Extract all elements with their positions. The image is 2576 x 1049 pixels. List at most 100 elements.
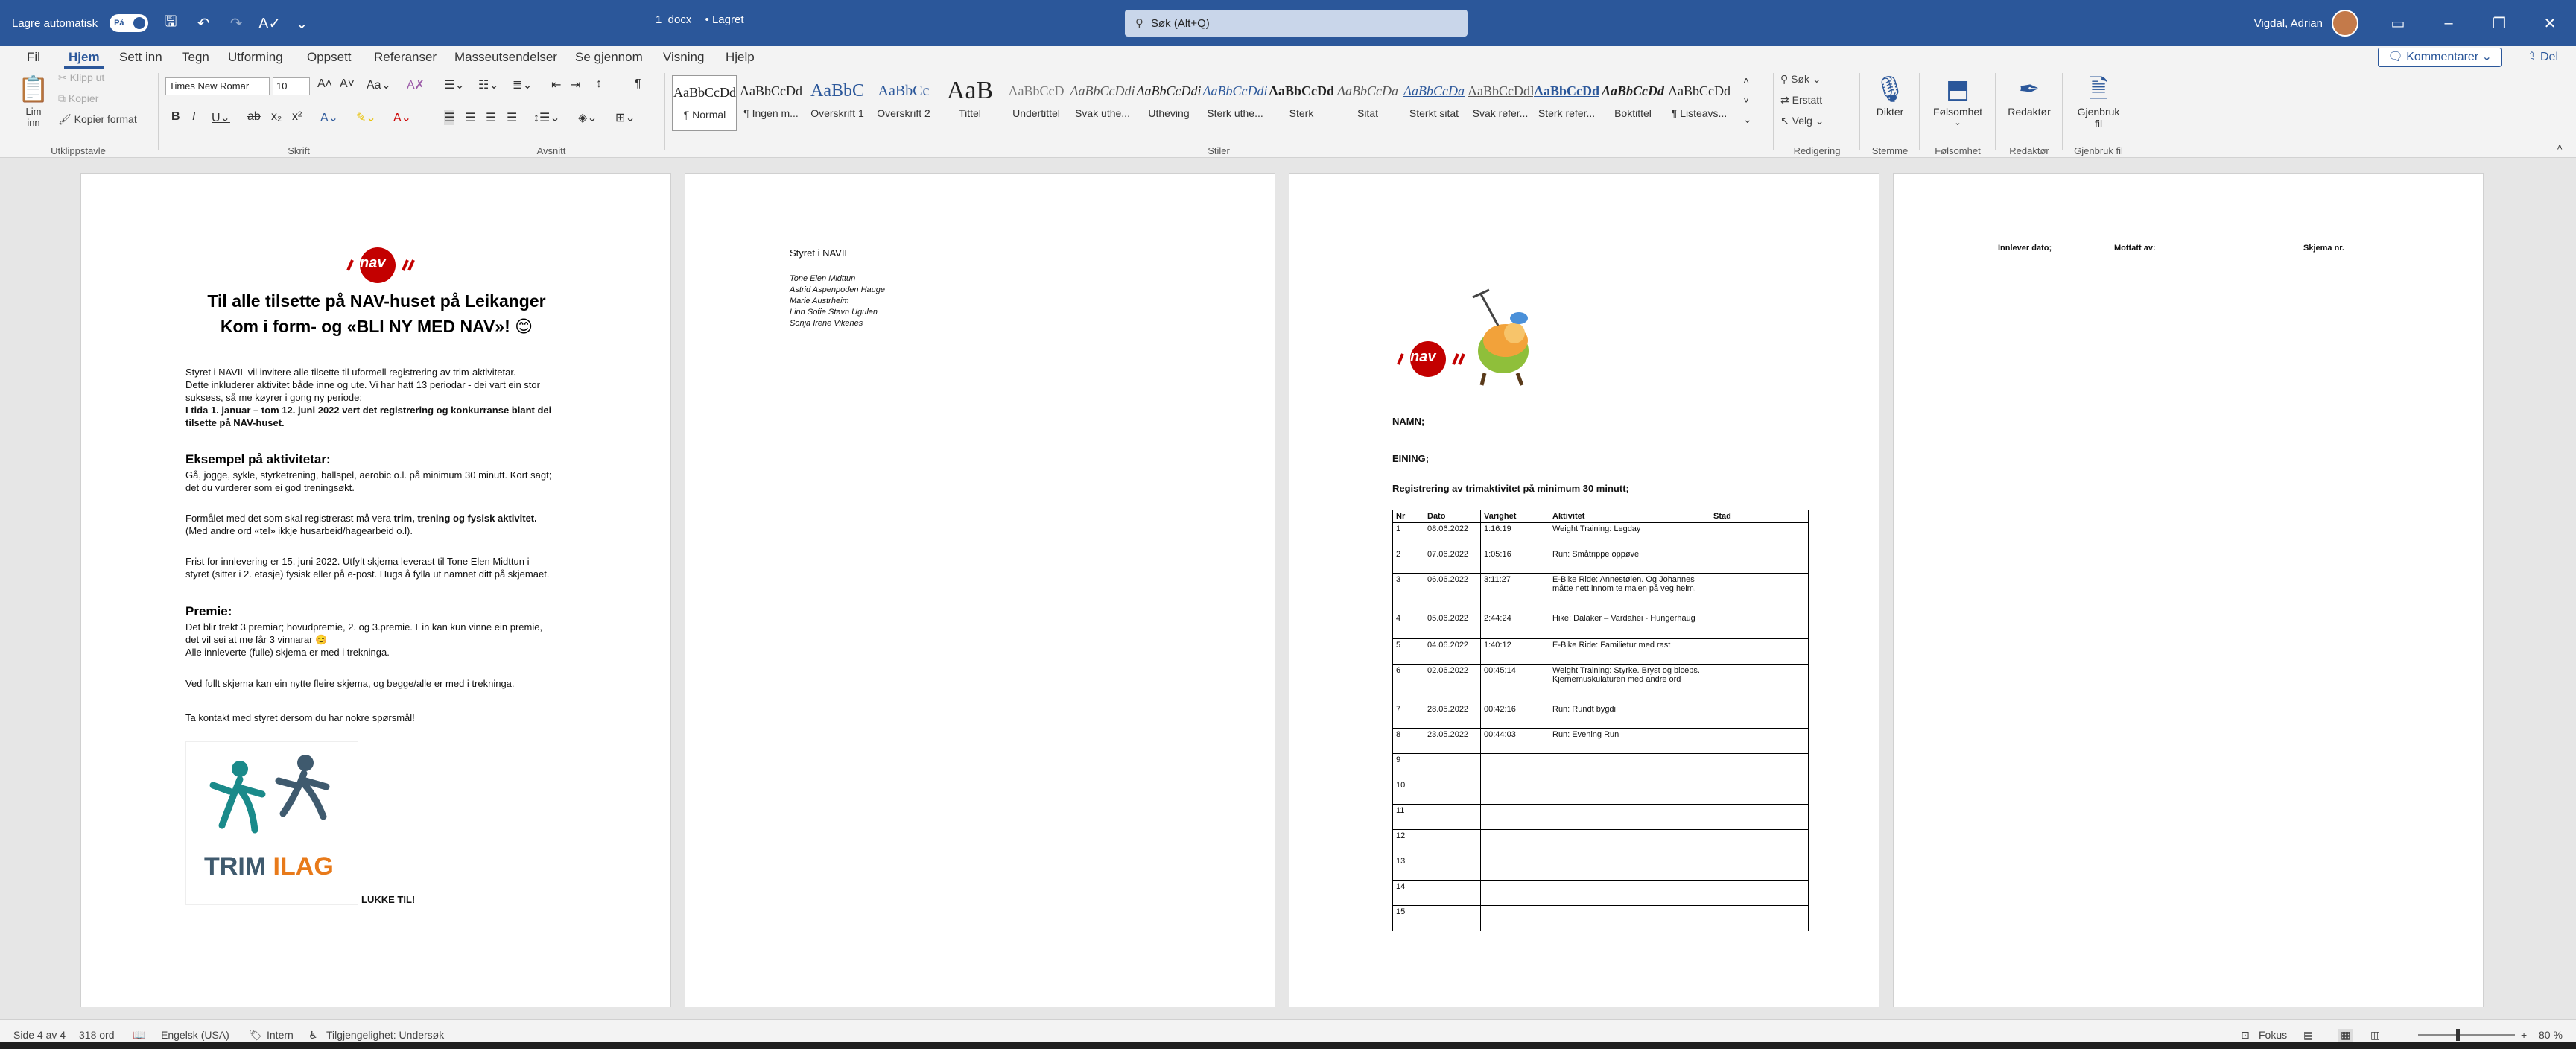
cell-duration[interactable]: 3:11:27 (1480, 573, 1549, 612)
replace-button[interactable]: ⇄ Erstatt (1780, 94, 1822, 107)
zoom-slider-thumb[interactable] (2456, 1029, 2460, 1041)
cell-activity[interactable] (1549, 905, 1710, 931)
cell-number[interactable]: 3 (1392, 573, 1424, 612)
comments-button[interactable]: 🗨 Kommentarer ⌄ (2378, 48, 2502, 67)
cell-duration[interactable] (1480, 829, 1549, 855)
cell-number[interactable]: 15 (1392, 905, 1424, 931)
style-item[interactable]: AaBbCcDa Sterkt sitat (1401, 75, 1467, 131)
grow-font-icon[interactable]: A˄ (317, 77, 332, 91)
change-case-icon[interactable]: Aa⌄ (367, 77, 391, 92)
tab-help[interactable]: Hjelp (721, 46, 759, 69)
style-item[interactable]: AaBbCcDd Sterk (1269, 75, 1334, 131)
cell-number[interactable]: 10 (1392, 779, 1424, 805)
cell-place[interactable] (1710, 548, 1809, 574)
cell-place[interactable] (1710, 728, 1809, 754)
superscript-icon[interactable]: x² (292, 110, 302, 124)
word-count[interactable]: 318 ord (79, 1029, 114, 1041)
strikethrough-icon[interactable]: ab (247, 110, 261, 124)
borders-icon[interactable]: ⊞⌄ (615, 110, 635, 125)
cell-date[interactable] (1424, 880, 1481, 906)
spelling-icon[interactable]: A✓ (258, 14, 281, 33)
cell-duration[interactable]: 00:44:03 (1480, 728, 1549, 754)
cell-place[interactable] (1710, 829, 1809, 855)
cell-place[interactable] (1710, 753, 1809, 779)
numbering-icon[interactable]: ☷⌄ (478, 77, 499, 92)
tab-review[interactable]: Se gjennom (571, 46, 647, 69)
cell-number[interactable]: 12 (1392, 829, 1424, 855)
cell-number[interactable]: 9 (1392, 753, 1424, 779)
classification-label[interactable]: Intern (267, 1029, 294, 1041)
search-box[interactable]: ⚲ Søk (Alt+Q) (1125, 10, 1468, 37)
styles-more-icon[interactable]: ⌄ (1743, 113, 1752, 126)
read-mode-icon[interactable]: ▤ (2303, 1029, 2313, 1042)
style-item[interactable]: AaBbCcDdi Utheving (1136, 75, 1202, 131)
cell-date[interactable]: 08.06.2022 (1424, 522, 1481, 548)
dictate-button[interactable]: 🎙 Dikter (1870, 73, 1910, 118)
text-effects-icon[interactable]: A⌄ (320, 110, 338, 125)
cell-duration[interactable]: 1:40:12 (1480, 638, 1549, 665)
cell-activity[interactable] (1549, 855, 1710, 881)
cell-date[interactable] (1424, 855, 1481, 881)
style-item[interactable]: AaBbCcD Undertittel (1003, 75, 1069, 131)
tab-mailings[interactable]: Masseutsendelser (450, 46, 562, 69)
cell-date[interactable] (1424, 905, 1481, 931)
cell-place[interactable] (1710, 522, 1809, 548)
tab-layout[interactable]: Oppsett (302, 46, 356, 69)
undo-icon[interactable]: ↶ (193, 14, 214, 33)
cell-duration[interactable] (1480, 880, 1549, 906)
style-item[interactable]: AaBbCcDd Boktittel (1600, 75, 1666, 131)
cell-place[interactable] (1710, 573, 1809, 612)
cell-date[interactable] (1424, 779, 1481, 805)
multilevel-list-icon[interactable]: ≣⌄ (513, 77, 533, 92)
bullets-icon[interactable]: ☰⌄ (444, 77, 465, 92)
align-left-icon[interactable]: ☰ (444, 110, 455, 125)
cell-date[interactable]: 02.06.2022 (1424, 664, 1481, 703)
zoom-out-icon[interactable]: – (2403, 1029, 2409, 1041)
cell-number[interactable]: 14 (1392, 880, 1424, 906)
cell-activity[interactable]: E-Bike Ride: Annestølen. Og Johannes måt… (1549, 573, 1710, 612)
cell-place[interactable] (1710, 855, 1809, 881)
share-button[interactable]: ⇪ Del (2518, 48, 2567, 67)
cell-duration[interactable]: 1:05:16 (1480, 548, 1549, 574)
cell-duration[interactable] (1480, 855, 1549, 881)
style-item[interactable]: AaBbCcDdE Svak refer... (1468, 75, 1533, 131)
language-indicator[interactable]: Engelsk (USA) (161, 1029, 229, 1041)
cell-date[interactable] (1424, 753, 1481, 779)
font-size-select[interactable]: 10 (273, 77, 310, 95)
style-item[interactable]: AaBbCcDd ¶ Normal (672, 75, 737, 131)
cell-place[interactable] (1710, 638, 1809, 665)
shading-icon[interactable]: ◈⌄ (578, 110, 597, 125)
cell-date[interactable] (1424, 829, 1481, 855)
cell-place[interactable] (1710, 612, 1809, 639)
cell-place[interactable] (1710, 905, 1809, 931)
cell-activity[interactable] (1549, 753, 1710, 779)
styles-scroll-up-icon[interactable]: ˄ (1743, 75, 1749, 86)
tab-design[interactable]: Utforming (223, 46, 288, 69)
tab-file[interactable]: Fil (22, 46, 45, 69)
cell-date[interactable]: 04.06.2022 (1424, 638, 1481, 665)
tab-home[interactable]: Hjem (64, 46, 104, 69)
cell-duration[interactable] (1480, 905, 1549, 931)
paste-button[interactable]: 📋 Lim inn (13, 73, 54, 128)
cell-place[interactable] (1710, 804, 1809, 830)
cell-activity[interactable] (1549, 880, 1710, 906)
accessibility-status[interactable]: Tilgjengelighet: Undersøk (326, 1029, 444, 1041)
style-item[interactable]: AaBbCcDd ¶ Listeavs... (1666, 75, 1732, 131)
cell-duration[interactable]: 00:45:14 (1480, 664, 1549, 703)
cell-activity[interactable] (1549, 779, 1710, 805)
cell-activity[interactable]: Run: Småtrippe oppøve (1549, 548, 1710, 574)
style-item[interactable]: AaBbCcDdi Svak uthe... (1070, 75, 1135, 131)
sort-icon[interactable]: ↕ (596, 77, 602, 91)
cell-activity[interactable] (1549, 804, 1710, 830)
cell-activity[interactable]: Weight Training: Styrke. Bryst og biceps… (1549, 664, 1710, 703)
cell-date[interactable]: 05.06.2022 (1424, 612, 1481, 639)
cell-duration[interactable] (1480, 753, 1549, 779)
tab-references[interactable]: Referanser (369, 46, 441, 69)
style-item[interactable]: AaBbCcDd ¶ Ingen m... (738, 75, 804, 131)
focus-mode[interactable]: Fokus (2259, 1029, 2287, 1041)
align-right-icon[interactable]: ☰ (486, 110, 496, 125)
find-button[interactable]: ⚲ Søk ⌄ (1780, 73, 1821, 86)
cell-number[interactable]: 2 (1392, 548, 1424, 574)
cell-activity[interactable]: Weight Training: Legday (1549, 522, 1710, 548)
customize-qat-icon[interactable]: ⌄ (291, 14, 312, 33)
